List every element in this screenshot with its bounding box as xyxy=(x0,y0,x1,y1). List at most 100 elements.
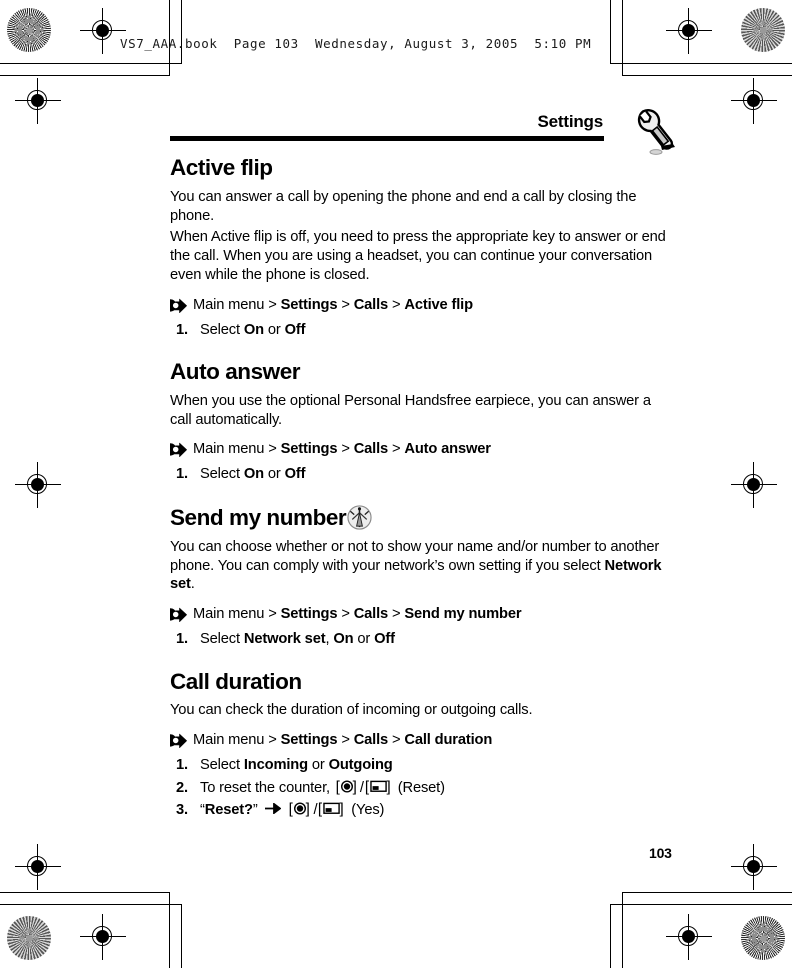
navigation-path-text: Main menu > Settings > Calls > Send my n… xyxy=(193,605,522,624)
crop-line-right-bottom-inner xyxy=(622,892,624,968)
step-text: Select Network set, On or Off xyxy=(200,631,395,648)
section-heading: Auto answer xyxy=(170,358,301,385)
nav-crumb: Calls xyxy=(353,441,389,458)
registration-star-bottom-left xyxy=(7,916,51,960)
nav-crumb: Send my number xyxy=(404,606,522,623)
step-text: Select On or Off xyxy=(200,321,306,338)
navigation-path-text: Main menu > Settings > Calls > Active fl… xyxy=(193,296,473,315)
crop-line-right-top xyxy=(610,0,612,64)
section-paragraph: When you use the optional Personal Hands… xyxy=(170,392,651,428)
page-content: Settings Active flip You can answer a cal… xyxy=(164,104,675,822)
step-text: To reset the counter, [] /[] (Reset) xyxy=(200,778,445,796)
section-heading: Active flip xyxy=(170,155,273,181)
section-heading-text: Auto answer xyxy=(170,358,301,384)
nav-separator: > xyxy=(268,441,277,458)
hook-arrow-icon xyxy=(164,732,189,751)
nav-separator: > xyxy=(268,296,277,313)
hook-arrow-icon xyxy=(164,606,189,625)
step-number: 1. xyxy=(176,466,188,483)
step-item: 2. To reset the counter, [] /[] (Reset) xyxy=(170,778,675,799)
navigation-path-text: Main menu > Settings > Calls > Call dura… xyxy=(193,731,492,750)
navigation-path: Main menu > Settings > Calls > Active fl… xyxy=(164,296,675,316)
svg-text:[: [ xyxy=(336,778,341,794)
nav-separator: > xyxy=(341,732,350,749)
section-heading-text: Call duration xyxy=(170,668,302,694)
svg-text:]: ] xyxy=(306,801,310,817)
step-item: 3. “Reset?” [] /[] (Yes) xyxy=(170,800,675,821)
section-paragraph: You can choose whether or not to show yo… xyxy=(170,538,662,593)
crop-line-top-right xyxy=(610,63,792,65)
nav-crumb: Auto answer xyxy=(404,441,491,458)
nav-separator: > xyxy=(341,606,350,623)
crop-line-top-left xyxy=(0,63,182,65)
center-select-key-icon: [] xyxy=(287,800,313,817)
crop-line-bottom-right-inner xyxy=(622,892,792,894)
step-text: “Reset?” [] /[] (Yes) xyxy=(200,800,385,819)
center-select-key-icon: [] xyxy=(334,778,360,794)
network-antenna-icon xyxy=(347,505,372,530)
nav-separator: > xyxy=(391,606,401,623)
nav-separator: > xyxy=(391,732,401,749)
section-heading: Send my number xyxy=(170,505,372,531)
nav-separator: > xyxy=(391,441,401,458)
nav-crumb: Calls xyxy=(353,732,389,749)
crop-line-left-bottom-inner xyxy=(169,892,171,968)
nav-root: Main menu xyxy=(193,296,265,313)
navigation-path: Main menu > Settings > Calls > Call dura… xyxy=(164,731,675,751)
step-text: Select Incoming or Outgoing xyxy=(200,757,393,774)
section-heading-text: Send my number xyxy=(170,504,347,530)
left-soft-key-icon: [] xyxy=(364,778,394,794)
step-text: Select On or Off xyxy=(200,466,306,483)
step-item: 1. Select Network set, On or Off xyxy=(170,629,675,650)
file-header-line: VS7_AAA.book Page 103 Wednesday, August … xyxy=(120,36,592,51)
crop-line-bottom-left xyxy=(0,904,182,906)
registration-star-bottom-right xyxy=(741,916,785,960)
nav-crumb: Settings xyxy=(280,441,338,458)
nav-separator: > xyxy=(268,732,277,749)
step-list: 1. Select On or Off xyxy=(170,320,675,341)
registration-target-top-right-outer xyxy=(666,8,712,54)
hook-arrow-icon xyxy=(164,441,189,460)
crop-line-top-right-inner xyxy=(622,75,792,77)
registration-target-bottom-left-inner xyxy=(15,844,61,890)
section-paragraph: You can answer a call by opening the pho… xyxy=(170,188,637,224)
sections-container: Active flip You can answer a call by open… xyxy=(164,140,675,821)
navigation-path-text: Main menu > Settings > Calls > Auto answ… xyxy=(193,440,491,459)
registration-target-left-middle xyxy=(15,462,61,508)
registration-target-bottom-left-outer xyxy=(80,914,126,960)
wrench-icon xyxy=(627,102,683,158)
crop-line-right-bottom xyxy=(610,904,612,968)
nav-root: Main menu xyxy=(193,441,265,458)
nav-separator: > xyxy=(341,441,350,458)
running-head: Settings xyxy=(170,104,675,155)
registration-star-top-left xyxy=(7,8,51,52)
step-number: 1. xyxy=(176,321,188,338)
svg-text:]: ] xyxy=(386,778,390,794)
nav-separator: > xyxy=(268,606,277,623)
nav-crumb: Calls xyxy=(353,606,389,623)
page-number: 103 xyxy=(649,845,672,861)
crop-line-right-top-inner xyxy=(622,0,624,76)
svg-text:[: [ xyxy=(318,801,323,817)
navigation-path: Main menu > Settings > Calls > Auto answ… xyxy=(164,440,675,460)
nav-root: Main menu xyxy=(193,732,265,749)
section-heading: Call duration xyxy=(170,668,302,695)
svg-text:]: ] xyxy=(340,801,344,817)
page-title: Settings xyxy=(537,112,604,131)
nav-crumb: Settings xyxy=(280,732,338,749)
crop-line-left-top xyxy=(181,0,183,64)
nav-crumb: Settings xyxy=(280,296,338,313)
registration-target-right-middle xyxy=(731,462,777,508)
step-item: 1. Select Incoming or Outgoing xyxy=(170,755,675,776)
nav-separator: > xyxy=(341,296,350,313)
step-number: 3. xyxy=(176,802,188,819)
crop-line-top-left-inner xyxy=(0,75,170,77)
crop-line-bottom-left-inner xyxy=(0,892,170,894)
nav-crumb: Settings xyxy=(280,606,338,623)
nav-root: Main menu xyxy=(193,606,265,623)
section-rule xyxy=(170,136,604,141)
registration-target-bottom-right-outer xyxy=(666,914,712,960)
nav-separator: > xyxy=(391,296,401,313)
step-item: 1. Select On or Off xyxy=(170,464,675,485)
crop-line-left-bottom xyxy=(181,904,183,968)
